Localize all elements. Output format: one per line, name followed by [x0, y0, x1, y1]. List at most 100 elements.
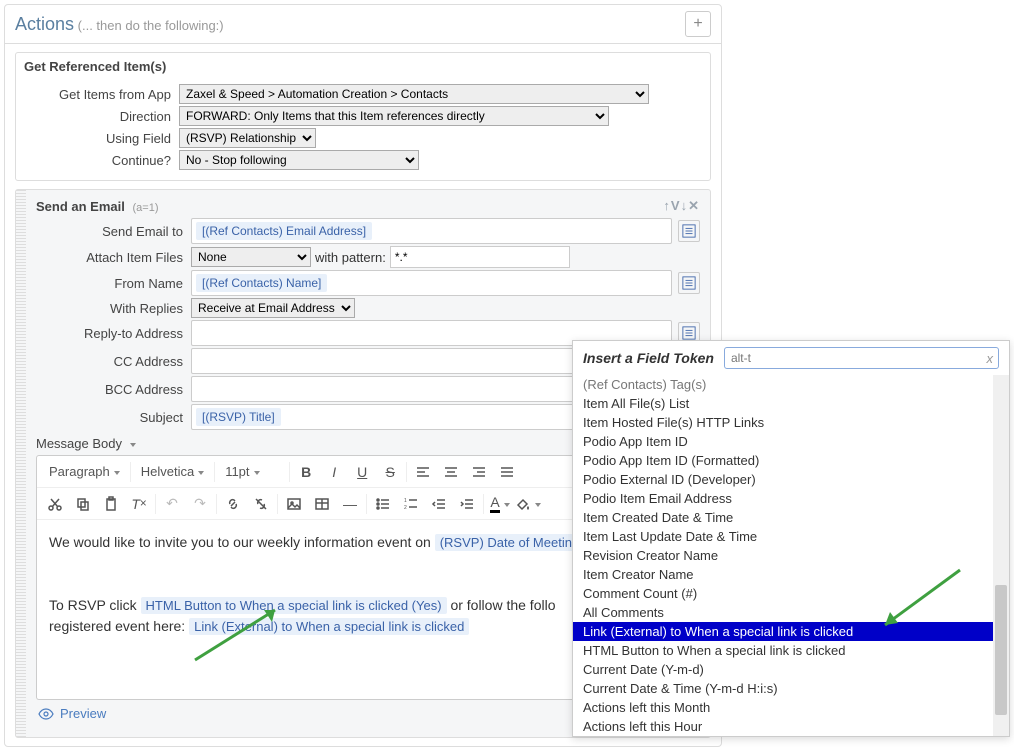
popup-item[interactable]: (Ref Contacts) Tag(s) — [573, 375, 993, 394]
popup-item[interactable]: Podio App Item ID — [573, 432, 993, 451]
body-text-1: We would like to invite you to our weekl… — [49, 534, 435, 550]
popup-list[interactable]: (Ref Contacts) Tag(s)Item All File(s) Li… — [573, 375, 993, 736]
popup-item[interactable]: Revision Creator Name — [573, 546, 993, 565]
send-email-title: Send an Email — [36, 199, 125, 214]
label-continue: Continue? — [24, 153, 179, 168]
popup-scrollbar[interactable] — [993, 375, 1009, 736]
select-attach[interactable]: None — [191, 247, 311, 267]
send-email-a1: (a=1) — [133, 202, 159, 214]
token-ref-contacts-email: [(Ref Contacts) Email Address] — [196, 222, 372, 240]
label-subject: Subject — [36, 410, 191, 425]
body-text-3a: registered event here: — [49, 618, 189, 634]
label-send-to: Send Email to — [36, 224, 191, 239]
popup-item[interactable]: Link (External) to When a special link i… — [573, 622, 993, 641]
popup-item[interactable]: Actions left this Month — [573, 698, 993, 717]
select-app[interactable]: Zaxel & Speed > Automation Creation > Co… — [179, 84, 649, 104]
underline-icon[interactable]: U — [348, 458, 376, 486]
toolbar-size-select[interactable]: 11pt — [217, 458, 287, 486]
strike-icon[interactable]: S — [376, 458, 404, 486]
svg-text:1: 1 — [404, 498, 407, 504]
popup-item[interactable]: All Comments — [573, 603, 993, 622]
popup-search-input[interactable] — [724, 347, 999, 369]
label-pattern: with pattern: — [315, 250, 386, 265]
actions-subtitle: (... then do the following:) — [78, 18, 224, 33]
get-referenced-title: Get Referenced Item(s) — [16, 53, 710, 80]
add-action-button[interactable]: + — [685, 11, 711, 37]
get-referenced-block: Get Referenced Item(s) Get Items from Ap… — [15, 52, 711, 181]
text-color-icon[interactable]: A — [486, 490, 514, 518]
token-date-of-meeting: (RSVP) Date of Meeting — [435, 534, 584, 551]
align-justify-icon[interactable] — [493, 458, 521, 486]
body-text-2b: or follow the follo — [450, 597, 555, 613]
popup-item[interactable]: Podio External ID (Developer) — [573, 470, 993, 489]
undo-icon[interactable]: ↶ — [158, 490, 186, 518]
input-send-to[interactable]: [(Ref Contacts) Email Address] — [191, 218, 672, 244]
token-picker-to[interactable] — [678, 220, 700, 242]
popup-item[interactable]: Item All File(s) List — [573, 394, 993, 413]
token-external-link: Link (External) to When a special link i… — [189, 618, 469, 635]
copy-icon[interactable] — [69, 490, 97, 518]
list-ol-icon[interactable]: 12 — [397, 490, 425, 518]
select-direction[interactable]: FORWARD: Only Items that this Item refer… — [179, 106, 609, 126]
preview-link[interactable]: Preview — [60, 706, 106, 721]
clear-format-icon[interactable]: T× — [125, 490, 153, 518]
input-pattern[interactable] — [390, 246, 570, 268]
clear-search-icon[interactable]: x — [987, 351, 994, 366]
token-html-button-yes: HTML Button to When a special link is cl… — [141, 597, 447, 614]
label-message-body: Message Body — [36, 436, 122, 451]
popup-item[interactable]: Item Hosted File(s) HTTP Links — [573, 413, 993, 432]
popup-item[interactable]: Item Created Date & Time — [573, 508, 993, 527]
token-picker-from[interactable] — [678, 272, 700, 294]
select-replies[interactable]: Receive at Email Address — [191, 298, 355, 318]
label-get-items-from-app: Get Items from App — [24, 87, 179, 102]
actions-title: Actions — [15, 14, 74, 34]
chevron-down-icon[interactable] — [126, 436, 136, 451]
label-using-field: Using Field — [24, 131, 179, 146]
token-rsvp-title: [(RSVP) Title] — [196, 408, 281, 426]
popup-item[interactable]: Actions left this Hour — [573, 717, 993, 736]
outdent-icon[interactable] — [425, 490, 453, 518]
token-picker-popup: Insert a Field Token x (Ref Contacts) Ta… — [572, 340, 1010, 737]
indent-icon[interactable] — [453, 490, 481, 518]
popup-item[interactable]: Current Date (Y-m-d) — [573, 660, 993, 679]
paste-icon[interactable] — [97, 490, 125, 518]
label-replies: With Replies — [36, 301, 191, 316]
align-center-icon[interactable] — [437, 458, 465, 486]
popup-item[interactable]: Podio Item Email Address — [573, 489, 993, 508]
block-grip[interactable] — [16, 190, 26, 737]
popup-item[interactable]: Item Last Update Date & Time — [573, 527, 993, 546]
svg-text:2: 2 — [404, 505, 407, 511]
italic-icon[interactable]: I — [320, 458, 348, 486]
toolbar-font-select[interactable]: Helvetica — [133, 458, 212, 486]
popup-item[interactable]: HTML Button to When a special link is cl… — [573, 641, 993, 660]
popup-item[interactable]: Podio App Item ID (Formatted) — [573, 451, 993, 470]
align-right-icon[interactable] — [465, 458, 493, 486]
link-icon[interactable] — [219, 490, 247, 518]
cut-icon[interactable] — [41, 490, 69, 518]
label-attach: Attach Item Files — [36, 250, 191, 265]
popup-item[interactable]: Comment Count (#) — [573, 584, 993, 603]
select-continue[interactable]: No - Stop following — [179, 150, 419, 170]
unlink-icon[interactable] — [247, 490, 275, 518]
toolbar-format-select[interactable]: Paragraph — [41, 458, 128, 486]
body-text-2a: To RSVP click — [49, 597, 141, 613]
bg-color-icon[interactable] — [514, 490, 542, 518]
label-bcc: BCC Address — [36, 382, 191, 397]
bold-icon[interactable]: B — [292, 458, 320, 486]
redo-icon[interactable]: ↷ — [186, 490, 214, 518]
hr-icon[interactable]: — — [336, 490, 364, 518]
image-icon[interactable] — [280, 490, 308, 518]
popup-item[interactable]: Current Date & Time (Y-m-d H:i:s) — [573, 679, 993, 698]
input-from[interactable]: [(Ref Contacts) Name] — [191, 270, 672, 296]
label-direction: Direction — [24, 109, 179, 124]
block-controls-icons[interactable]: ↑V↓✕ — [663, 198, 700, 214]
popup-item[interactable]: Item Creator Name — [573, 565, 993, 584]
label-from: From Name — [36, 276, 191, 291]
table-icon[interactable] — [308, 490, 336, 518]
eye-icon — [38, 708, 54, 720]
label-cc: CC Address — [36, 354, 191, 369]
popup-scroll-thumb[interactable] — [995, 585, 1007, 715]
select-using-field[interactable]: (RSVP) Relationship — [179, 128, 316, 148]
align-left-icon[interactable] — [409, 458, 437, 486]
list-ul-icon[interactable] — [369, 490, 397, 518]
